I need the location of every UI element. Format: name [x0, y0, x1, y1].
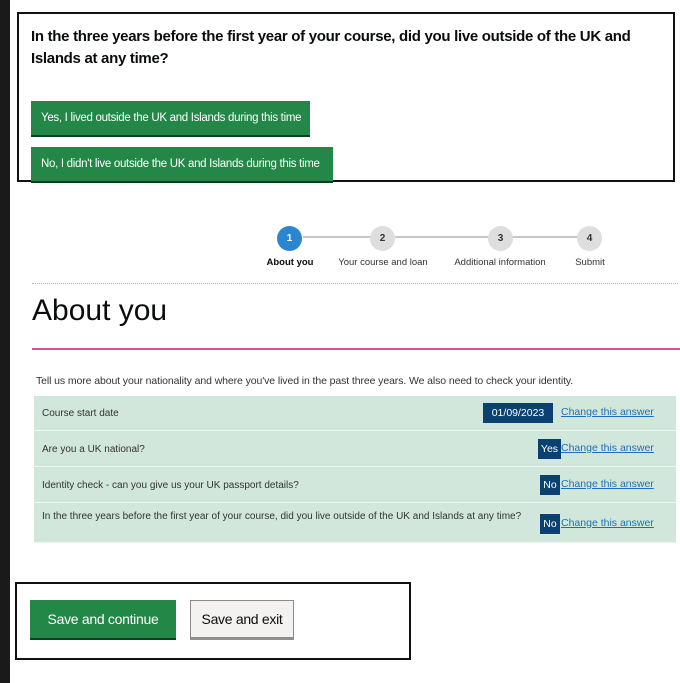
- change-answer-link[interactable]: Change this answer: [561, 442, 654, 454]
- progress-stepper: 1 2 3 4 About you Your course and loan A…: [250, 223, 610, 273]
- step-3-label: Additional information: [454, 257, 546, 268]
- save-and-exit-button[interactable]: Save and exit: [190, 600, 294, 638]
- change-answer-link[interactable]: Change this answer: [561, 478, 654, 490]
- summary-list: Course start date 01/09/2023 Change this…: [34, 396, 676, 543]
- summary-value: 01/09/2023: [483, 403, 553, 423]
- summary-row-uk-national: Are you a UK national? Yes Change this a…: [34, 431, 676, 467]
- summary-row-identity-check: Identity check - can you give us your UK…: [34, 467, 676, 503]
- page-title: About you: [32, 294, 168, 327]
- summary-key: Are you a UK national?: [42, 444, 145, 455]
- yes-lived-outside-button[interactable]: Yes, I lived outside the UK and Islands …: [31, 101, 310, 135]
- step-1-circle: 1: [277, 226, 302, 251]
- change-answer-link[interactable]: Change this answer: [561, 406, 654, 418]
- step-4-label: Submit: [575, 257, 605, 268]
- action-panel: Save and continue Save and exit: [15, 582, 411, 660]
- summary-key: Identity check - can you give us your UK…: [42, 480, 299, 491]
- no-didnt-live-outside-button[interactable]: No, I didn't live outside the UK and Isl…: [31, 147, 333, 181]
- change-answer-link[interactable]: Change this answer: [561, 517, 654, 529]
- intro-text: Tell us more about your nationality and …: [36, 375, 574, 387]
- question-text: In the three years before the first year…: [31, 28, 631, 67]
- page: In the three years before the first year…: [10, 0, 680, 683]
- heading-underline: [32, 348, 680, 350]
- save-and-continue-button[interactable]: Save and continue: [30, 600, 176, 638]
- step-3-circle: 3: [488, 226, 513, 251]
- step-connector: [512, 236, 584, 238]
- summary-row-lived-outside-uk: In the three years before the first year…: [34, 503, 676, 543]
- question-panel: In the three years before the first year…: [17, 12, 675, 182]
- summary-value: Yes: [538, 439, 561, 459]
- summary-row-course-start-date: Course start date 01/09/2023 Change this…: [34, 396, 676, 431]
- summary-value: No: [540, 514, 560, 534]
- step-4-circle: 4: [577, 226, 602, 251]
- step-1-label: About you: [266, 257, 314, 268]
- divider: [32, 283, 678, 284]
- step-2-label: Your course and loan: [338, 257, 428, 268]
- step-2-circle: 2: [370, 226, 395, 251]
- step-connector: [395, 236, 498, 238]
- summary-key: Course start date: [42, 408, 119, 419]
- summary-value: No: [540, 475, 560, 495]
- summary-key: In the three years before the first year…: [42, 511, 522, 522]
